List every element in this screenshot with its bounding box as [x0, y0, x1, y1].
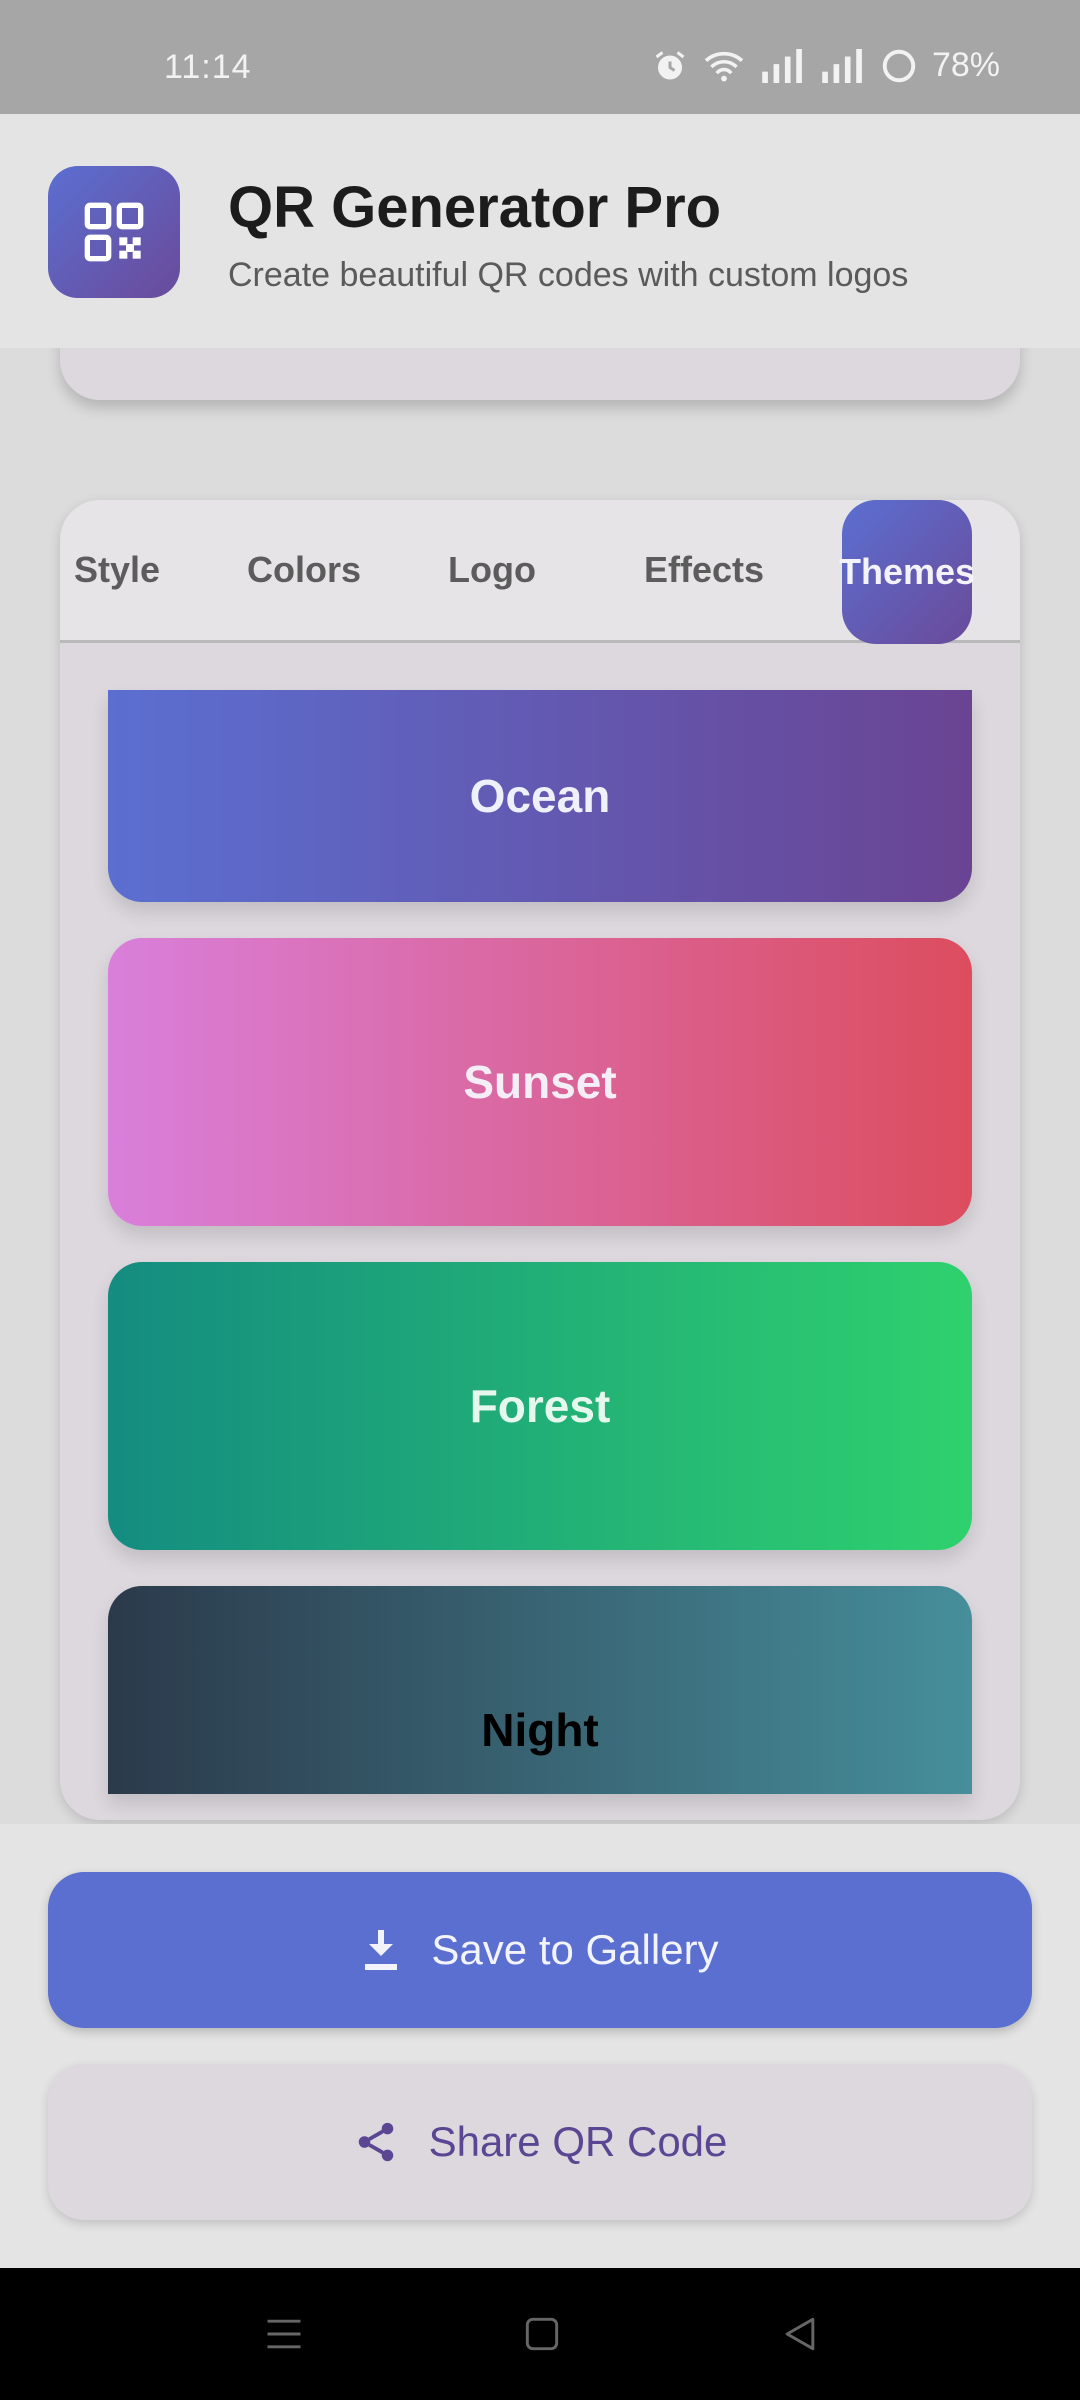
tab-themes[interactable]: Themes — [839, 500, 975, 644]
share-qr-code-button[interactable]: Share QR Code — [48, 2064, 1032, 2220]
save-to-gallery-button[interactable]: Save to Gallery — [48, 1872, 1032, 2028]
theme-night[interactable]: Night — [108, 1586, 972, 1794]
battery-icon — [882, 49, 916, 82]
theme-forest[interactable]: Forest — [108, 1262, 972, 1550]
tab-effects[interactable]: Effects — [624, 500, 784, 640]
signal-icon — [822, 48, 862, 83]
menu-icon[interactable] — [262, 2312, 306, 2356]
qr-code-icon — [48, 166, 180, 298]
status-bar: 11:14 78% — [0, 0, 1080, 114]
theme-sunset[interactable]: Sunset — [108, 938, 972, 1226]
share-icon — [358, 2122, 393, 2162]
alarm-icon — [655, 50, 685, 79]
wifi-icon — [704, 51, 744, 81]
back-icon[interactable] — [778, 2312, 822, 2356]
status-icons: 78% — [652, 46, 1000, 85]
system-nav-bar — [0, 2268, 1080, 2400]
page-title: QR Generator Pro — [228, 175, 722, 240]
tab-logo[interactable]: Logo — [432, 500, 552, 640]
download-icon — [365, 1930, 398, 1970]
tab-style[interactable]: Style — [60, 500, 174, 640]
customization-card: Style Colors Logo Effects Themes Ocean S… — [60, 500, 1020, 1820]
save-button-label: Save to Gallery — [431, 1926, 719, 1973]
theme-ocean[interactable]: Ocean — [108, 690, 972, 902]
tab-colors[interactable]: Colors — [238, 500, 370, 640]
home-icon[interactable] — [520, 2312, 564, 2356]
signal-icon — [762, 48, 802, 83]
action-bar: Save to Gallery Share QR Code — [0, 1824, 1080, 2268]
page-subtitle: Create beautiful QR codes with custom lo… — [228, 256, 909, 294]
share-button-label: Share QR Code — [428, 2118, 728, 2165]
status-time: 11:14 — [164, 48, 252, 86]
tab-bar: Style Colors Logo Effects Themes — [60, 500, 1020, 644]
app-header: QR Generator Pro Create beautiful QR cod… — [0, 114, 1080, 348]
battery-level: 78% — [931, 46, 1000, 84]
